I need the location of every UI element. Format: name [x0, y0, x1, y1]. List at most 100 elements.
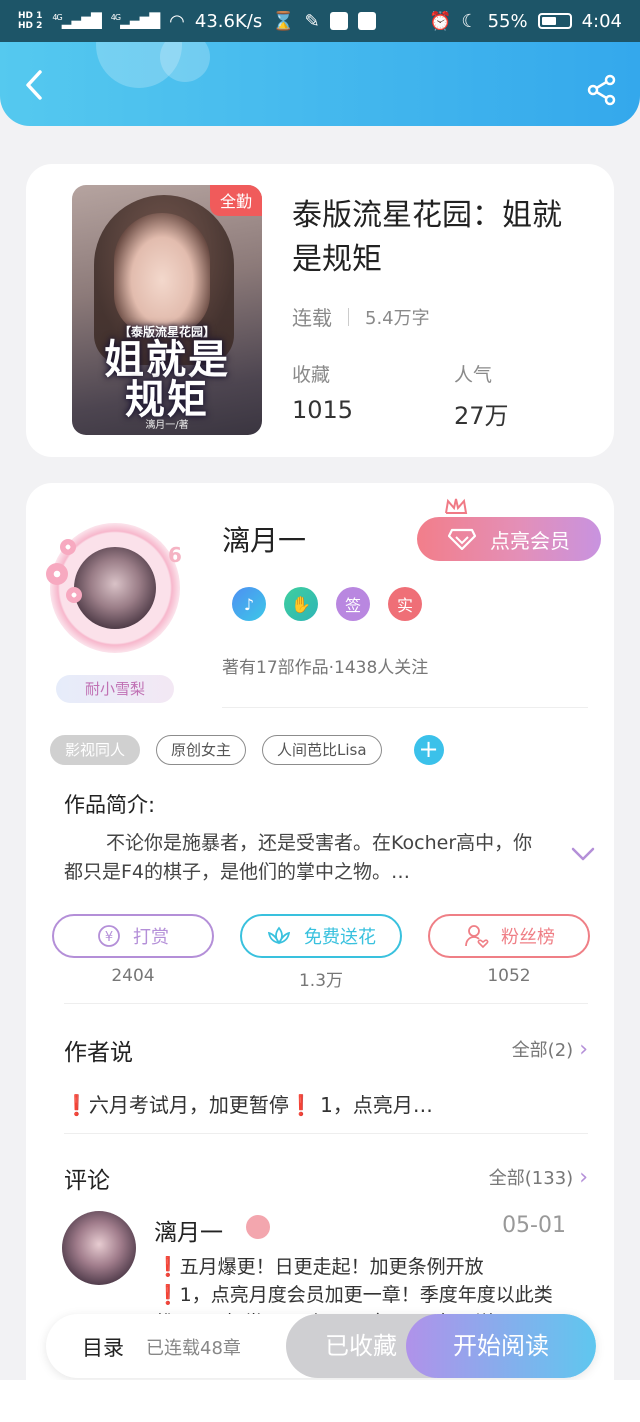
author-says-line-2: 1，点亮月… [313, 1093, 433, 1117]
fans-rank-label: 粉丝榜 [501, 927, 555, 948]
comments-title: 评论 [64, 1168, 110, 1194]
chevron-left-icon [26, 70, 42, 100]
reward-label: 打赏 [133, 927, 169, 948]
vip-button-label: 点亮会员 [490, 528, 570, 553]
hd2-label: HD 2 [18, 21, 43, 31]
share-icon [587, 74, 616, 106]
flower-icon [46, 563, 68, 585]
divider [64, 1003, 588, 1004]
battery-percent: 55% [487, 10, 528, 32]
exclamation-icon: ❗ [156, 1256, 180, 1278]
vip-diamond-icon [246, 1215, 270, 1239]
avatar-nickname: 耐小雪梨 [56, 675, 174, 703]
battery-icon [537, 13, 572, 29]
tag-item[interactable]: 影视同人 [50, 735, 141, 765]
author-avatar[interactable]: 6 [40, 513, 190, 663]
fan-user-icon [465, 925, 489, 949]
bottom-safe-area [0, 1380, 640, 1422]
book-detail-card: 6 耐小雪梨 漓月一 点亮会员 ♪ ✋ 签 实 著有17部作品·1438人关注 … [26, 483, 614, 1422]
clock: 4:04 [581, 10, 622, 32]
action-buttons: ¥ 打赏 2404 免费送花 1.3万 粉丝榜 1052 [52, 914, 590, 991]
favorites-value: 1015 [292, 396, 354, 424]
fans-rank-button[interactable]: 粉丝榜 [428, 914, 590, 958]
app-icon [357, 12, 376, 30]
battery-fill [541, 17, 556, 25]
diamond-icon [448, 528, 476, 550]
author-name[interactable]: 漓月一 [222, 519, 306, 559]
fans-count: 1052 [487, 966, 531, 986]
cover-title: 【泰版流星花园】 姐就是 规矩 [80, 323, 254, 420]
signed-badge[interactable]: 签 [336, 587, 370, 621]
handshake-badge-icon[interactable]: ✋ [284, 587, 318, 621]
author-says-more[interactable]: 全部(2) › [512, 1036, 588, 1062]
send-flower-button[interactable]: 免费送花 [240, 914, 402, 958]
send-flower-label: 免费送花 [304, 927, 376, 948]
reward-button[interactable]: ¥ 打赏 [52, 914, 214, 958]
yen-icon: ¥ [98, 925, 120, 947]
vip-button[interactable]: 点亮会员 [417, 517, 601, 561]
author-says-text[interactable]: ❗六月考试月，加更暂停❗ 1，点亮月… [64, 1089, 433, 1118]
signal-icon-2: 4G▂▄▆█ [110, 12, 160, 30]
tag-item[interactable]: 人间芭比Lisa [262, 735, 382, 765]
hourglass-icon: ⌛ [272, 10, 295, 32]
author-says-line: 六月考试月，加更暂停 [88, 1093, 289, 1117]
alarm-icon: ⏰ [429, 10, 452, 32]
author-level: 6 [168, 543, 182, 567]
flower-count: 1.3万 [298, 971, 344, 991]
popularity-value: 27万 [454, 402, 509, 430]
favorites-label: 收藏 [292, 364, 331, 386]
chevron-down-icon[interactable] [570, 845, 596, 863]
tag-item[interactable]: 原创女主 [156, 735, 247, 765]
cover-face [114, 213, 210, 335]
broom-icon: ✎ [304, 10, 320, 32]
book-cover[interactable]: 【泰版流星花园】 姐就是 规矩 漓月一/著 全勤 [72, 185, 262, 435]
start-reading-button[interactable]: 开始阅读 [406, 1314, 596, 1378]
share-button[interactable] [586, 74, 618, 106]
hd1-label: HD 1 [18, 11, 43, 21]
flower-action: 免费送花 1.3万 [240, 914, 402, 991]
chapter-count[interactable]: 已连载48章 [146, 1334, 241, 1360]
chevron-right-icon: › [579, 1164, 588, 1190]
flower-icon [60, 539, 76, 555]
flower-icon [66, 587, 82, 603]
chevron-right-icon: › [579, 1036, 588, 1062]
lotus-icon [267, 926, 291, 945]
exclamation-icon: ❗ [288, 1093, 314, 1117]
tag-list: 影视同人 原创女主 人间芭比Lisa + [50, 735, 444, 765]
divider [222, 707, 588, 708]
book-status: 连载 [292, 306, 332, 330]
comments-more-label: 全部(133) [488, 1168, 574, 1189]
intro-text: 不论你是施暴者，还是受害者。在Kocher高中，你都只是F4的棋子，是他们的掌中… [64, 832, 533, 883]
avatar [74, 547, 156, 629]
meta-divider [348, 307, 349, 326]
verified-badge[interactable]: 实 [388, 587, 422, 621]
reward-action: ¥ 打赏 2404 [52, 914, 214, 991]
catalog-button[interactable]: 目录 [82, 1332, 124, 1362]
hd-indicator: HD 1 HD 2 [18, 11, 42, 31]
bottom-action-bar: 目录 已连载48章 已收藏 开始阅读 [46, 1314, 596, 1378]
comment-date: 05-01 [502, 1213, 566, 1238]
author-says-more-label: 全部(2) [511, 1040, 574, 1061]
intro-label: 作品简介: [64, 793, 156, 817]
comments-more[interactable]: 全部(133) › [489, 1164, 588, 1190]
moon-icon: ☾ [461, 10, 478, 32]
popularity-label: 人气 [454, 364, 493, 386]
book-info-card: 【泰版流星花园】 姐就是 规矩 漓月一/著 全勤 泰版流星花园：姐就是规矩 连载… [26, 164, 614, 457]
comment-author: 漓月一 [154, 1220, 223, 1246]
book-title: 泰版流星花园：姐就是规矩 [292, 198, 562, 277]
fans-action: 粉丝榜 1052 [428, 914, 590, 991]
crown-icon [445, 498, 468, 514]
add-tag-button[interactable]: + [413, 735, 444, 765]
word-count: 5.4万字 [365, 307, 430, 329]
comment-avatar[interactable] [62, 1211, 136, 1285]
exclamation-icon: ❗ [156, 1284, 180, 1306]
music-badge-icon[interactable]: ♪ [232, 587, 266, 621]
full-attendance-badge: 全勤 [209, 185, 262, 216]
back-button[interactable] [20, 68, 50, 102]
wifi-icon: ◠ [169, 10, 185, 32]
reward-count: 2404 [111, 966, 155, 986]
cover-title-line2: 规矩 [125, 376, 209, 423]
cover-author: 漓月一/著 [145, 420, 189, 431]
divider [64, 1133, 588, 1134]
author-says-title: 作者说 [64, 1040, 133, 1066]
